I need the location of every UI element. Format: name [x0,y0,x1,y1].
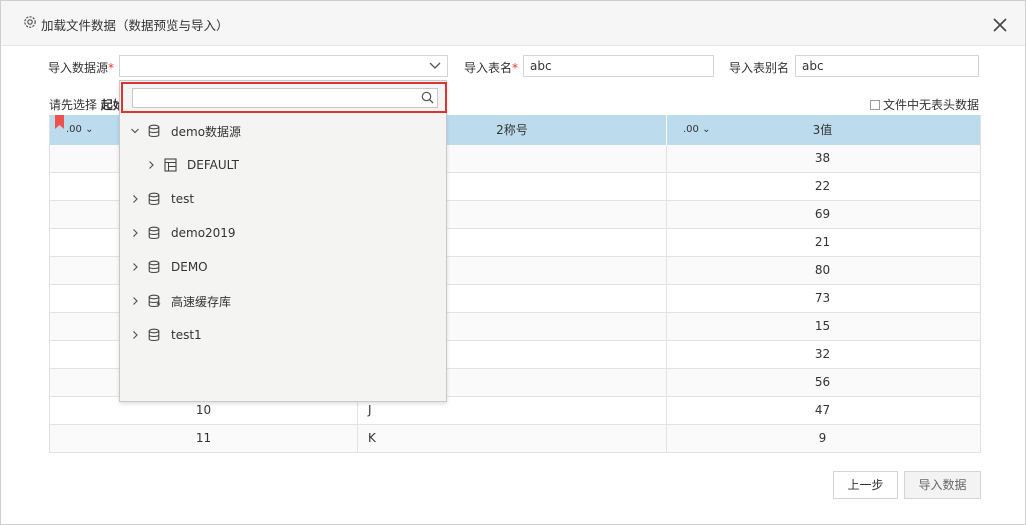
table-cell: K [358,425,667,452]
tree-item-label: demo数据源 [171,124,242,139]
database-icon [148,124,160,138]
table-cell: 11 [50,425,358,452]
dialog-titlebar: 加载文件数据（数据预览与导入） [1,1,1025,46]
schema-icon [164,158,177,172]
table-cell: 21 [814,235,831,249]
table-cell: 73 [814,291,831,305]
tree-item[interactable]: 高速缓存库 [130,291,231,311]
table-cell: 56 [814,375,831,389]
table-cell: 32 [814,347,831,361]
bookmark-icon [55,115,64,129]
datasource-dropdown: demo数据源 DEFAULT test demo2019 DEMO 高速缓存库 test1 [119,80,447,402]
tree-item[interactable]: demo数据源 [130,121,241,141]
table-cell: 9 [818,431,827,445]
tree-item-label: DEFAULT [187,158,239,172]
tree-item-label: test1 [171,328,202,342]
table-row: 11 K 9 [50,425,980,453]
table-alias-input[interactable] [795,55,979,77]
datasource-select[interactable] [119,55,448,77]
database-icon [148,260,160,274]
column-name: 3值 [812,123,833,137]
tree-item-label: test [171,192,195,206]
format-dropdown[interactable]: .00 ⌄ [683,115,710,145]
chevron-right-icon[interactable] [146,160,156,170]
database-icon [148,328,160,342]
dialog-title: 加载文件数据（数据预览与导入） [41,18,229,33]
chevron-down-icon [429,62,441,69]
chevron-right-icon[interactable] [130,296,140,306]
select-start-hint: 请先选择 起始 [49,98,125,112]
chevron-right-icon[interactable] [130,194,140,204]
cache-database-icon [148,294,161,308]
chevron-right-icon[interactable] [130,330,140,340]
table-cell: 80 [814,263,831,277]
tree-item[interactable]: DEFAULT [146,155,239,175]
database-icon [148,226,160,240]
datasource-label: 导入数据源* [48,61,115,75]
tree-item[interactable]: test1 [130,325,202,345]
close-icon[interactable] [990,15,1010,35]
search-highlight [121,82,447,113]
tree-item-label: 高速缓存库 [171,294,232,309]
import-data-button[interactable]: 导入数据 [904,471,981,499]
tree-item-label: DEMO [171,260,208,274]
tree-item[interactable]: test [130,189,194,209]
column-name: 2称号 [496,123,528,137]
prev-step-button[interactable]: 上一步 [833,471,898,499]
database-icon [148,192,160,206]
chevron-down-icon[interactable] [130,126,140,136]
table-cell: 69 [814,207,831,221]
no-header-checkbox[interactable]: 文件中无表头数据 [870,96,979,113]
chevron-right-icon[interactable] [130,262,140,272]
table-cell: 47 [814,403,831,417]
gear-icon [24,16,36,28]
checkbox-box[interactable] [870,99,880,110]
table-alias-label: 导入表别名 [729,61,790,75]
load-file-dialog: 加载文件数据（数据预览与导入） 导入数据源* 导入表名* 导入表别名 请先选择 … [0,0,1026,525]
tree-item[interactable]: demo2019 [130,223,236,243]
table-name-input[interactable] [523,55,714,77]
search-icon[interactable] [421,91,434,104]
format-dropdown[interactable]: .00 ⌄ [66,115,93,145]
table-cell: 15 [814,319,831,333]
tree-item-label: demo2019 [171,226,236,240]
table-name-label: 导入表名* [464,61,519,75]
no-header-label: 文件中无表头数据 [883,98,980,112]
tree-item[interactable]: DEMO [130,257,208,277]
datasource-search-input[interactable] [132,88,438,108]
column-header-3[interactable]: .00 ⌄ 3值 [667,115,978,145]
table-cell: 38 [814,151,831,165]
table-cell: 22 [814,179,831,193]
chevron-right-icon[interactable] [130,228,140,238]
